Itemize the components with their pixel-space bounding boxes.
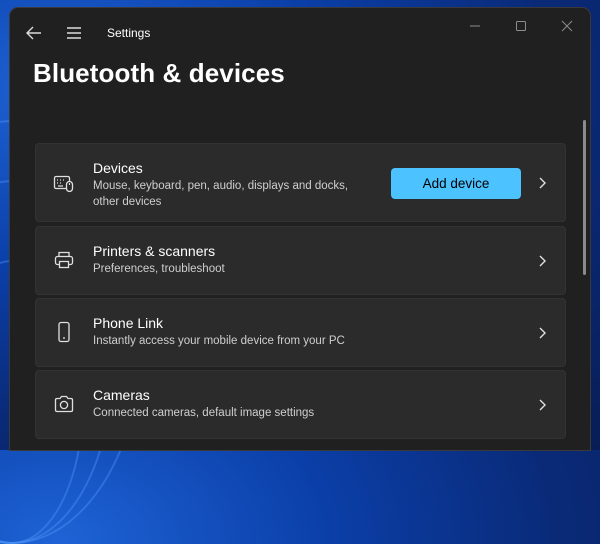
printers-scanners-card[interactable]: Printers & scanners Preferences, trouble… xyxy=(35,226,566,295)
devices-subtitle-line1: Mouse, keyboard, pen, audio, displays an… xyxy=(93,180,349,192)
maximize-icon[interactable] xyxy=(510,16,532,36)
devices-card[interactable]: Devices Mouse, keyboard, pen, audio, dis… xyxy=(35,143,566,222)
cameras-subtitle: Connected cameras, default image setting… xyxy=(93,407,315,419)
vertical-scrollbar[interactable] xyxy=(583,120,586,275)
chevron-right-icon xyxy=(539,177,546,189)
devices-subtitle-line2: other devices xyxy=(93,196,162,208)
hamburger-menu-icon[interactable] xyxy=(64,24,84,42)
back-arrow-icon[interactable] xyxy=(24,24,44,42)
camera-icon xyxy=(54,395,74,413)
chevron-right-icon xyxy=(539,327,546,339)
devices-title: Devices xyxy=(93,160,143,176)
close-icon[interactable] xyxy=(556,16,578,36)
window-title: Settings xyxy=(107,26,151,40)
page-title: Bluetooth & devices xyxy=(33,58,285,88)
printers-subtitle: Preferences, troubleshoot xyxy=(93,263,225,275)
cameras-title: Cameras xyxy=(93,387,150,403)
settings-window: Settings Bluetooth & devices Devices Mou… xyxy=(10,8,590,450)
title-bar: Settings xyxy=(10,8,590,58)
keyboard-mouse-icon xyxy=(53,175,74,193)
chevron-right-icon xyxy=(539,399,546,411)
cameras-card[interactable]: Cameras Connected cameras, default image… xyxy=(35,370,566,439)
minimize-icon[interactable] xyxy=(464,16,486,36)
phone-icon xyxy=(58,321,70,343)
phone-link-title: Phone Link xyxy=(93,315,164,331)
printers-title: Printers & scanners xyxy=(93,243,216,259)
phone-link-subtitle: Instantly access your mobile device from… xyxy=(93,335,345,347)
phone-link-card[interactable]: Phone Link Instantly access your mobile … xyxy=(35,298,566,367)
add-device-button[interactable]: Add device xyxy=(391,168,521,199)
chevron-right-icon xyxy=(539,255,546,267)
printer-icon xyxy=(54,251,74,269)
